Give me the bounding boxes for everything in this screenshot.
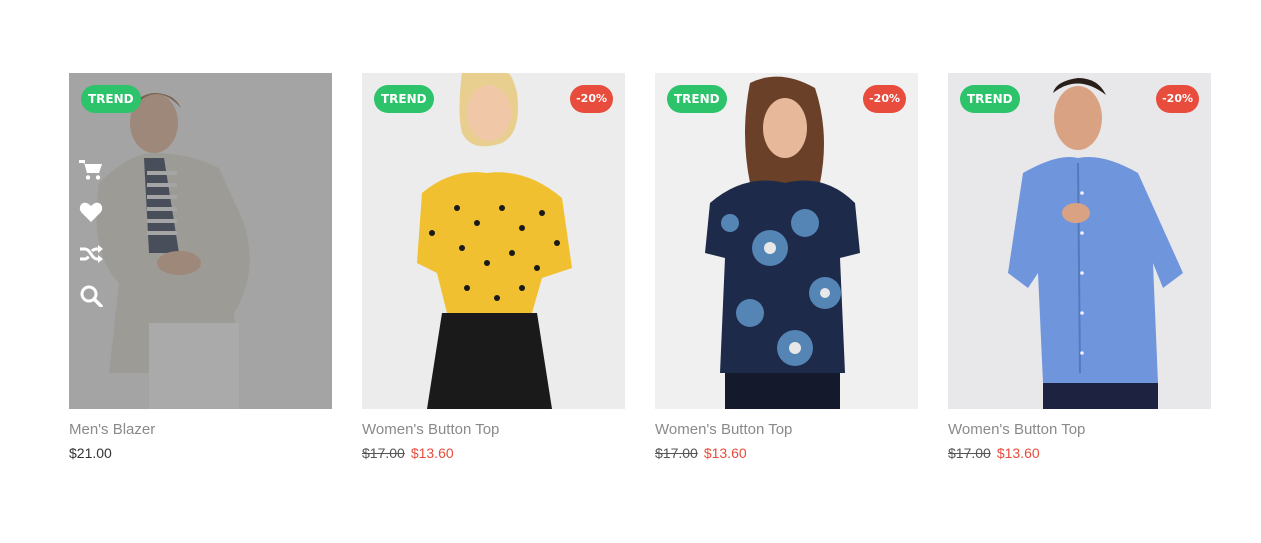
product-title[interactable]: Men's Blazer — [69, 421, 332, 438]
product-price-row: $21.00 — [69, 445, 332, 461]
product-price: $21.00 — [69, 445, 112, 461]
original-price: $17.00 — [362, 445, 405, 461]
product-title[interactable]: Women's Button Top — [655, 421, 918, 438]
product-image[interactable]: TREND -20% — [362, 73, 625, 409]
shuffle-icon[interactable] — [79, 243, 103, 265]
product-grid: TREND Men's Blazer $21.00 TREND -20% Wom… — [69, 73, 1211, 461]
discount-badge: -20% — [863, 85, 906, 113]
sale-price: $13.60 — [410, 445, 454, 461]
sale-price: $13.60 — [996, 445, 1040, 461]
discount-badge: -20% — [570, 85, 613, 113]
product-image[interactable]: TREND -20% — [948, 73, 1211, 409]
product-card[interactable]: TREND Men's Blazer $21.00 — [69, 73, 332, 461]
trend-badge: TREND — [81, 85, 141, 113]
product-card[interactable]: TREND -20% Women's Button Top $17.00 $13.… — [655, 73, 918, 461]
sale-price: $13.60 — [703, 445, 747, 461]
product-title[interactable]: Women's Button Top — [948, 421, 1211, 438]
product-image[interactable]: TREND -20% — [655, 73, 918, 409]
product-photo-yellow-top — [362, 73, 625, 409]
product-price-row: $17.00 $13.60 — [362, 445, 625, 461]
product-card[interactable]: TREND -20% Women's Button Top $17.00 $13.… — [362, 73, 625, 461]
search-icon[interactable] — [79, 285, 103, 307]
cart-icon[interactable] — [79, 159, 103, 181]
original-price: $17.00 — [655, 445, 698, 461]
product-title[interactable]: Women's Button Top — [362, 421, 625, 438]
product-image[interactable]: TREND — [69, 73, 332, 409]
quick-actions — [79, 159, 103, 307]
product-price-row: $17.00 $13.60 — [948, 445, 1211, 461]
heart-icon[interactable] — [79, 201, 103, 223]
hover-overlay — [69, 73, 332, 409]
trend-badge: TREND — [667, 85, 727, 113]
trend-badge: TREND — [374, 85, 434, 113]
discount-badge: -20% — [1156, 85, 1199, 113]
product-card[interactable]: TREND -20% Women's Button Top $17.00 $13.… — [948, 73, 1211, 461]
product-photo-floral-top — [655, 73, 918, 409]
product-photo-blue-shirt — [948, 73, 1211, 409]
trend-badge: TREND — [960, 85, 1020, 113]
product-price-row: $17.00 $13.60 — [655, 445, 918, 461]
original-price: $17.00 — [948, 445, 991, 461]
